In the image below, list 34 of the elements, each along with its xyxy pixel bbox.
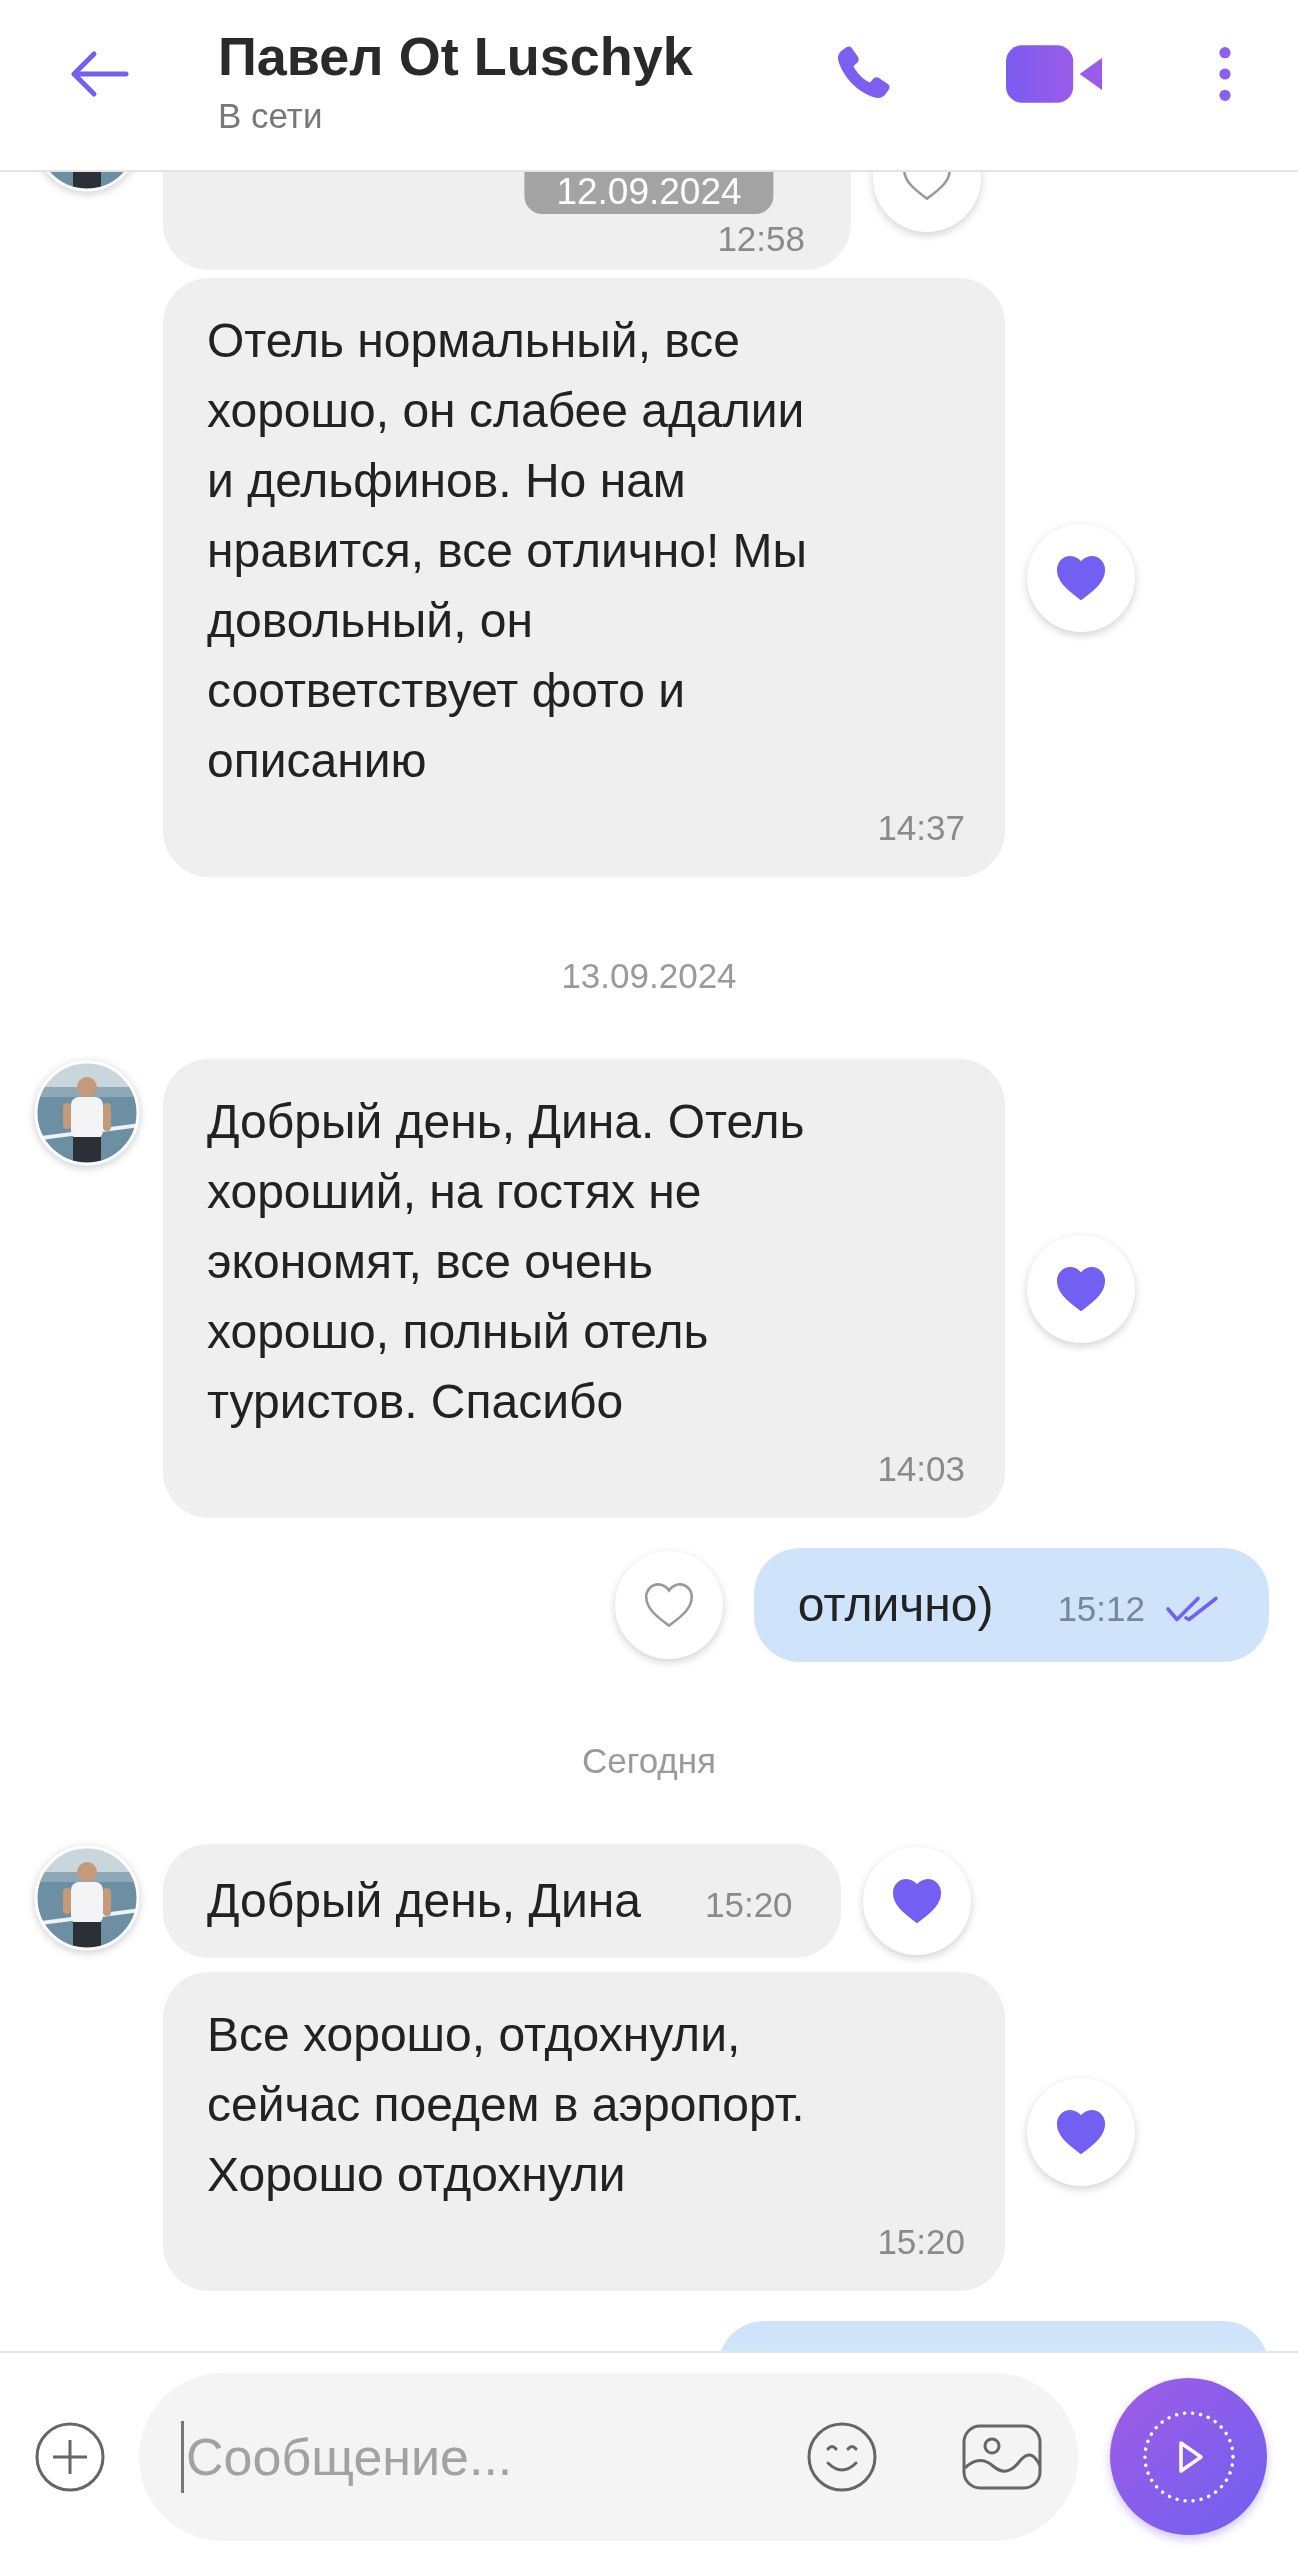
message-text: Все хорошо, отдохнули, сейчас поедем в аэропорт. Хорошо отдохнули: [207, 2008, 805, 2201]
contact-name: Павел Ot Luschyk: [218, 25, 694, 88]
date-divider: 13.09.2024: [560, 955, 738, 997]
smiley-icon[interactable]: [806, 2420, 878, 2493]
like-button[interactable]: [1027, 2077, 1135, 2186]
online-status: В сети: [218, 96, 324, 136]
message-text: Отель нормальный, все хорошо, он слабее адалии и дельфинов. Но нам нравится, все отлично! Мы довольный, он соответствует фото и описанию: [207, 314, 808, 787]
filled-heart-icon: [1055, 2107, 1107, 2156]
back-arrow-icon[interactable]: [70, 49, 130, 99]
like-button[interactable]: [862, 1847, 971, 1955]
filled-heart-icon: [1055, 553, 1107, 602]
like-button[interactable]: [1027, 523, 1135, 632]
video-camera-icon[interactable]: [1006, 45, 1102, 103]
image-icon[interactable]: [962, 2423, 1042, 2490]
filled-heart-icon: [1055, 1264, 1107, 1313]
add-icon[interactable]: [34, 2420, 106, 2493]
message-time: 14:37: [877, 807, 965, 849]
filled-heart-icon: [890, 1877, 943, 1925]
floating-date: 12.09.2024: [524, 172, 774, 214]
message-text: отлично): [797, 1577, 994, 1633]
heart-outline-icon: [642, 1581, 695, 1629]
like-button[interactable]: [614, 1551, 723, 1659]
message-time: 12:58: [717, 218, 805, 260]
message-time: 15:20: [705, 1884, 793, 1926]
message-text: Добрый день, Дина. Отель хороший, на гостях не экономят, все очень хорошо, полный отель туристов. Спасибо: [207, 1095, 805, 1428]
play-icon: [1140, 2408, 1237, 2505]
date-divider: Сегодня: [580, 1740, 718, 1782]
message-time: 15:12: [1057, 1588, 1145, 1630]
message-time: 14:03: [877, 1448, 965, 1490]
message-field[interactable]: Сообщение...: [184, 2426, 806, 2487]
message-text: Добрый день, Дина: [207, 1873, 641, 1929]
like-button[interactable]: [1027, 1234, 1135, 1343]
message-time: 15:20: [877, 2221, 965, 2263]
more-options-icon[interactable]: [1218, 46, 1232, 102]
